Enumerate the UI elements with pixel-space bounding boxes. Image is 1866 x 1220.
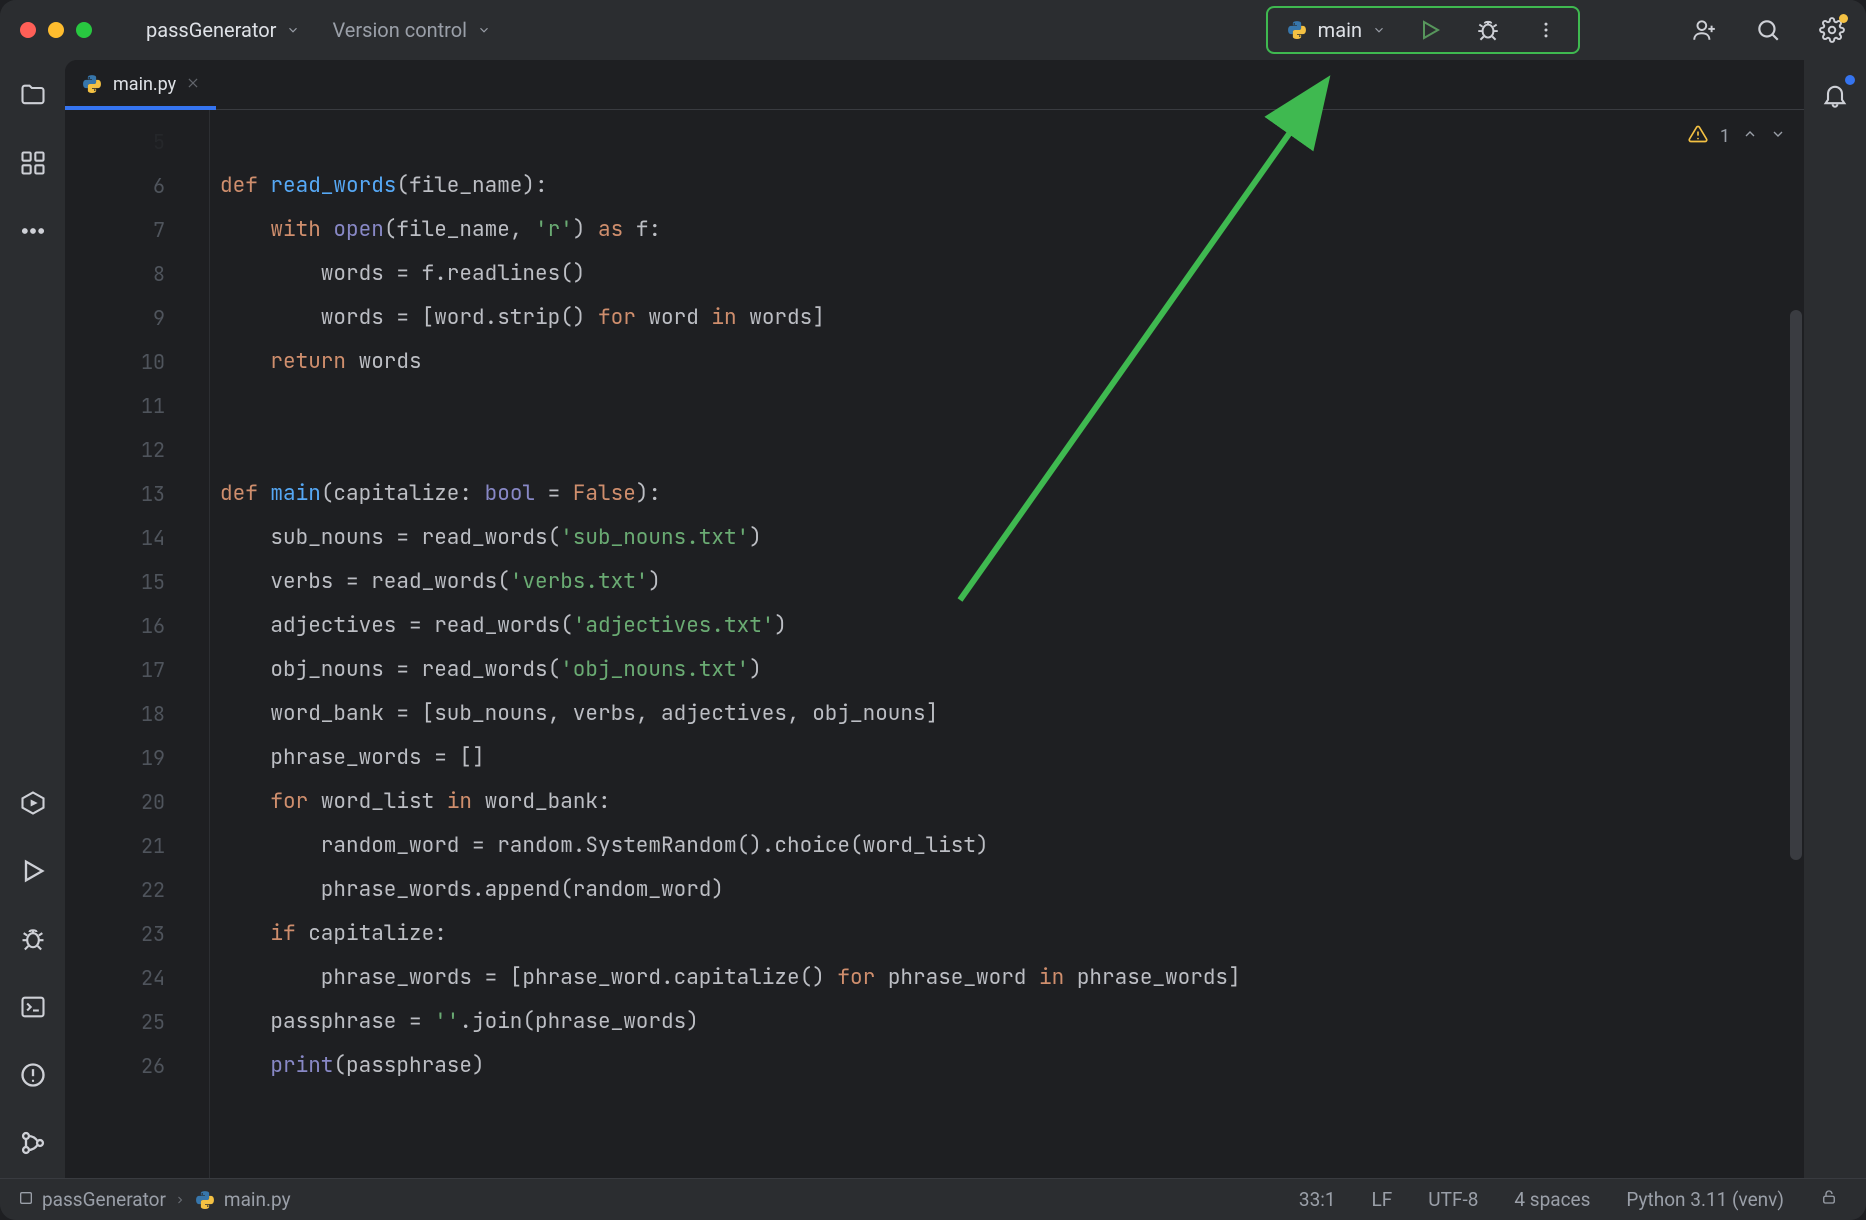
more-tool-windows-button[interactable] [16,214,50,248]
line-number: 5 [65,120,209,164]
breadcrumb-file: main.py [224,1188,291,1211]
line-number: 17 [65,648,209,692]
project-name-label: passGenerator [146,18,276,42]
line-separator[interactable]: LF [1362,1188,1403,1211]
left-tool-stripe [0,60,65,1178]
breadcrumb-separator [174,1188,186,1211]
line-number: 18 [65,692,209,736]
line-number: 22 [65,868,209,912]
terminal-tool-window-button[interactable] [16,990,50,1024]
editor-tab-main-py[interactable]: main.py [65,60,216,109]
python-file-icon [81,73,103,95]
line-number: 24 [65,956,209,1000]
python-file-icon [194,1189,216,1211]
caret-position[interactable]: 33:1 [1289,1188,1346,1211]
window-close-button[interactable] [20,22,36,38]
main-body: main.py 5 6 7 8 9 10 11 [0,60,1866,1178]
line-number: 7 [65,208,209,252]
window-zoom-button[interactable] [76,22,92,38]
window-traffic-lights [20,22,92,38]
line-number: 8 [65,252,209,296]
module-icon [18,1188,34,1211]
status-bar: passGenerator main.py 33:1 LF UTF-8 4 sp… [0,1178,1866,1220]
line-number: 23 [65,912,209,956]
run-config-name: main [1318,18,1362,42]
code-editor[interactable]: 5 6 7 8 9 10 11 12 13 14 15 16 17 18 19 … [65,110,1804,1178]
code-with-me-button[interactable] [1690,16,1718,44]
titlebar-right-icons [1690,16,1846,44]
line-number: 15 [65,560,209,604]
structure-tool-window-button[interactable] [16,146,50,180]
lock-icon[interactable] [1810,1188,1848,1211]
line-number: 16 [65,604,209,648]
services-tool-window-button[interactable] [16,786,50,820]
vcs-menu[interactable]: Version control [326,14,497,46]
line-number: 9 [65,296,209,340]
editor-content[interactable]: def read_words(file_name): with open(fil… [210,110,1804,1178]
right-tool-stripe [1804,60,1866,1178]
python-interpreter[interactable]: Python 3.11 (venv) [1616,1188,1794,1211]
editor-tab-label: main.py [113,74,176,95]
editor-tabs: main.py [65,60,1804,110]
warning-count: 1 [1720,126,1730,147]
chevron-down-icon [477,18,491,42]
editor-tab-actions-button[interactable] [1764,81,1804,109]
next-highlight-button[interactable] [1770,126,1786,147]
chevron-down-icon [286,18,300,42]
line-number: 6 [65,164,209,208]
breadcrumb-project: passGenerator [42,1188,166,1211]
notifications-button[interactable] [1818,78,1852,112]
file-encoding[interactable]: UTF-8 [1418,1188,1488,1211]
problems-tool-window-button[interactable] [16,1058,50,1092]
chevron-down-icon [1372,18,1386,42]
warning-icon [1688,124,1708,149]
run-debug-widget: main [1266,6,1580,54]
line-number: 19 [65,736,209,780]
run-config-selector[interactable]: main [1286,18,1386,42]
vcs-tool-window-button[interactable] [16,1126,50,1160]
indent-settings[interactable]: 4 spaces [1504,1188,1600,1211]
line-number: 11 [65,384,209,428]
editor-scrollbar[interactable] [1790,310,1802,860]
line-number: 10 [65,340,209,384]
project-selector[interactable]: passGenerator [140,14,306,46]
debug-tool-window-button[interactable] [16,922,50,956]
line-number: 12 [65,428,209,472]
more-run-options-button[interactable] [1532,16,1560,44]
navigation-breadcrumbs[interactable]: passGenerator main.py [18,1188,291,1211]
python-icon [1286,19,1308,41]
vcs-menu-label: Version control [332,18,467,42]
ide-window: passGenerator Version control main [0,0,1866,1220]
editor-gutter[interactable]: 5 6 7 8 9 10 11 12 13 14 15 16 17 18 19 … [65,110,210,1178]
line-number: 20 [65,780,209,824]
line-number: 13 [65,472,209,516]
editor-area: main.py 5 6 7 8 9 10 11 [65,60,1804,1178]
window-minimize-button[interactable] [48,22,64,38]
run-tool-window-button[interactable] [16,854,50,888]
line-number: 14 [65,516,209,560]
debug-button[interactable] [1474,16,1502,44]
close-tab-button[interactable] [186,74,200,95]
prev-highlight-button[interactable] [1742,126,1758,147]
run-button[interactable] [1416,16,1444,44]
project-tool-window-button[interactable] [16,78,50,112]
line-number: 21 [65,824,209,868]
line-number: 26 [65,1044,209,1088]
search-everywhere-button[interactable] [1754,16,1782,44]
inspections-widget[interactable]: 1 [1688,124,1786,149]
titlebar: passGenerator Version control main [0,0,1866,60]
settings-button[interactable] [1818,16,1846,44]
line-number: 25 [65,1000,209,1044]
